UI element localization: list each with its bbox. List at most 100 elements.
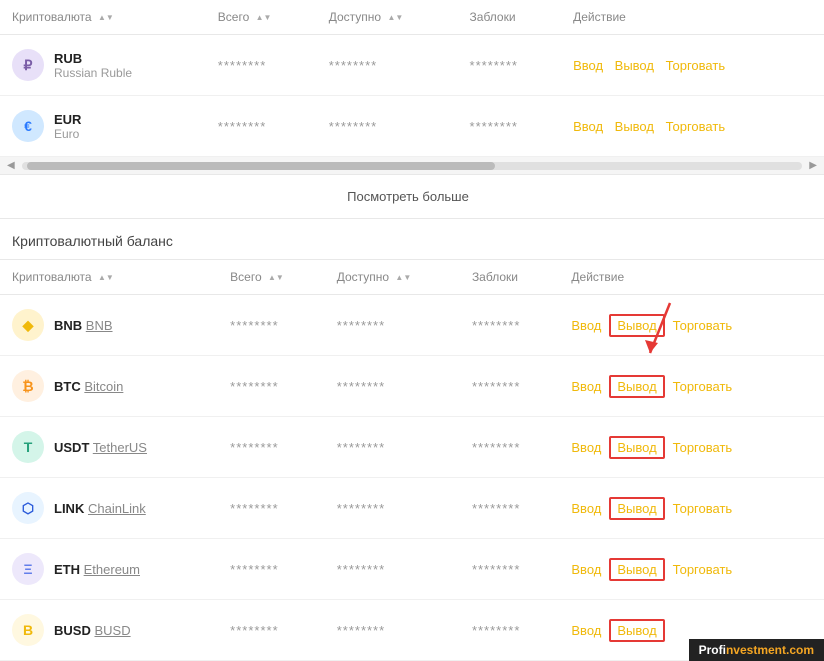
fiat-table: Криптовалюта ▲▼ Всего ▲▼ Доступно ▲▼ З	[0, 0, 824, 157]
fiat-eur-blocked: ********	[458, 96, 562, 157]
fiat-col-total: Всего ▲▼	[206, 0, 317, 35]
fiat-currency-cell-eur: € EUR Euro	[0, 96, 206, 157]
table-row: € EUR Euro ******** ******** ******** В	[0, 96, 824, 157]
link-blocked: ********	[460, 478, 559, 539]
link-available: ********	[325, 478, 460, 539]
currency-name-link[interactable]: TetherUS	[93, 440, 147, 455]
table-row: T USDT TetherUS ************************…	[0, 417, 824, 478]
eth-deposit-link[interactable]: Ввод	[571, 562, 601, 577]
crypto-table-wrapper: Криптовалюта ▲▼ Всего ▲▼ Доступно ▲▼ З	[0, 260, 824, 661]
icon-btc: ₿	[12, 370, 44, 402]
currency-name: Russian Ruble	[54, 66, 132, 80]
fiat-rub-actions: Ввод Вывод Торговать	[561, 35, 824, 96]
usdt-blocked: ********	[460, 417, 559, 478]
currency-name-link[interactable]: ChainLink	[88, 501, 146, 516]
sort-icon[interactable]: ▲▼	[268, 274, 284, 282]
rub-trade-link[interactable]: Торговать	[666, 58, 726, 73]
table-row: ⬡ LINK ChainLink ***********************…	[0, 478, 824, 539]
link-trade-link[interactable]: Торговать	[673, 501, 733, 516]
busd-total: ********	[218, 600, 325, 661]
sort-icon[interactable]: ▲▼	[98, 274, 114, 282]
currency-code: EUR	[54, 112, 81, 127]
usdt-total: ********	[218, 417, 325, 478]
icon-eth: Ξ	[12, 553, 44, 585]
eth-total: ********	[218, 539, 325, 600]
currency-name: Euro	[54, 127, 81, 141]
scroll-thumb[interactable]	[27, 162, 495, 170]
fiat-table-body: ₽ RUB Russian Ruble ******** ******** **…	[0, 35, 824, 157]
fiat-eur-available: ********	[317, 96, 458, 157]
fiat-rub-blocked: ********	[458, 35, 562, 96]
crypto-col-available: Доступно ▲▼	[325, 260, 460, 295]
busd-deposit-link[interactable]: Ввод	[571, 623, 601, 638]
rub-icon: ₽	[12, 49, 44, 81]
sort-icon[interactable]: ▲▼	[395, 274, 411, 282]
crypto-currency-cell-eth: Ξ ETH Ethereum	[0, 539, 218, 600]
rub-withdraw-link[interactable]: Вывод	[615, 58, 654, 73]
eur-trade-link[interactable]: Торговать	[666, 119, 726, 134]
see-more-link[interactable]: Посмотреть больше	[347, 189, 469, 204]
btc-withdraw-highlighted[interactable]: Вывод	[609, 375, 664, 398]
busd-blocked: ********	[460, 600, 559, 661]
link-deposit-link[interactable]: Ввод	[571, 501, 601, 516]
crypto-col-blocked: Заблоки	[460, 260, 559, 295]
btc-deposit-link[interactable]: Ввод	[571, 379, 601, 394]
crypto-currency-cell-bnb: ◆ BNB BNB	[0, 295, 218, 356]
link-total: ********	[218, 478, 325, 539]
currency-name-link[interactable]: Bitcoin	[84, 379, 123, 394]
crypto-table-body: ◆ BNB BNB ************************ВводВы…	[0, 295, 824, 661]
scroll-track[interactable]	[22, 162, 803, 170]
btc-blocked: ********	[460, 356, 559, 417]
crypto-table: Криптовалюта ▲▼ Всего ▲▼ Доступно ▲▼ З	[0, 260, 824, 661]
horizontal-scrollbar[interactable]: ◀ ▶	[0, 157, 824, 175]
eth-actions: Ввод Вывод Торговать	[559, 539, 824, 600]
bnb-available: ********	[325, 295, 460, 356]
fiat-table-header: Криптовалюта ▲▼ Всего ▲▼ Доступно ▲▼ З	[0, 0, 824, 35]
scroll-left-arrow[interactable]: ◀	[4, 160, 18, 171]
crypto-currency-cell-busd: B BUSD BUSD	[0, 600, 218, 661]
fiat-col-action: Действие	[561, 0, 824, 35]
table-row: ◆ BNB BNB ************************ВводВы…	[0, 295, 824, 356]
currency-code: RUB	[54, 51, 132, 66]
crypto-currency-cell-link: ⬡ LINK ChainLink	[0, 478, 218, 539]
crypto-col-total: Всего ▲▼	[218, 260, 325, 295]
usdt-trade-link[interactable]: Торговать	[673, 440, 733, 455]
link-withdraw-highlighted[interactable]: Вывод	[609, 497, 664, 520]
usdt-withdraw-highlighted[interactable]: Вывод	[609, 436, 664, 459]
currency-name-link[interactable]: BNB	[86, 318, 113, 333]
currency-code: USDT	[54, 440, 89, 455]
sort-icon[interactable]: ▲▼	[256, 14, 272, 22]
crypto-currency-cell-usdt: T USDT TetherUS	[0, 417, 218, 478]
rub-deposit-link[interactable]: Ввод	[573, 58, 603, 73]
busd-withdraw-highlighted[interactable]: Вывод	[609, 619, 664, 642]
currency-name-link[interactable]: BUSD	[94, 623, 130, 638]
bnb-deposit-link[interactable]: Ввод	[571, 318, 601, 333]
crypto-section: Криптовалюта ▲▼ Всего ▲▼ Доступно ▲▼ З	[0, 260, 824, 661]
icon-busd: B	[12, 614, 44, 646]
sort-icon[interactable]: ▲▼	[98, 14, 114, 22]
profinvestment-badge: Profinvestment.com	[689, 639, 824, 661]
usdt-deposit-link[interactable]: Ввод	[571, 440, 601, 455]
eth-trade-link[interactable]: Торговать	[673, 562, 733, 577]
crypto-col-currency: Криптовалюта ▲▼	[0, 260, 218, 295]
icon-bnb: ◆	[12, 309, 44, 341]
crypto-currency-cell-btc: ₿ BTC Bitcoin	[0, 356, 218, 417]
crypto-section-title: Криптовалютный баланс	[0, 219, 824, 260]
crypto-col-action: Действие	[559, 260, 824, 295]
eur-deposit-link[interactable]: Ввод	[573, 119, 603, 134]
scroll-right-arrow[interactable]: ▶	[806, 160, 820, 171]
eur-withdraw-link[interactable]: Вывод	[615, 119, 654, 134]
fiat-section: Криптовалюта ▲▼ Всего ▲▼ Доступно ▲▼ З	[0, 0, 824, 219]
currency-code: ETH	[54, 562, 80, 577]
bnb-total: ********	[218, 295, 325, 356]
sort-icon[interactable]: ▲▼	[387, 14, 403, 22]
usdt-actions: Ввод Вывод Торговать	[559, 417, 824, 478]
bnb-blocked: ********	[460, 295, 559, 356]
fiat-currency-cell-rub: ₽ RUB Russian Ruble	[0, 35, 206, 96]
eth-withdraw-highlighted[interactable]: Вывод	[609, 558, 664, 581]
fiat-eur-actions: Ввод Вывод Торговать	[561, 96, 824, 157]
btc-trade-link[interactable]: Торговать	[673, 379, 733, 394]
eth-available: ********	[325, 539, 460, 600]
currency-name-link[interactable]: Ethereum	[84, 562, 140, 577]
fiat-rub-available: ********	[317, 35, 458, 96]
